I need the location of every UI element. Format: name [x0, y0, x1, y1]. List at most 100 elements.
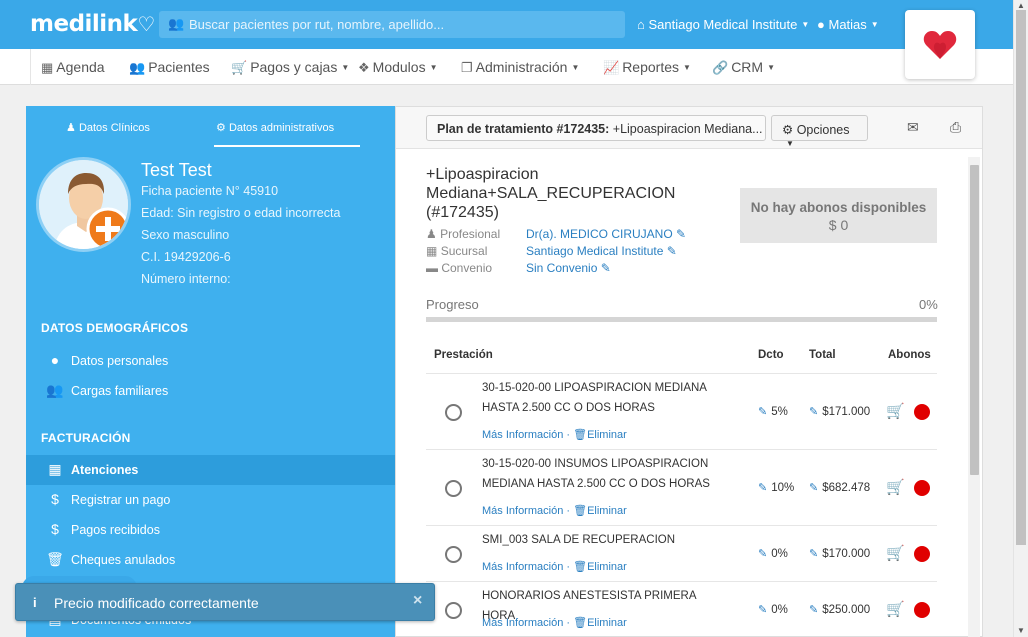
- building-icon: ▦: [426, 244, 438, 258]
- row-radio[interactable]: [445, 480, 462, 497]
- pencil-icon: ✎: [809, 604, 819, 616]
- nav-administracion[interactable]: ❐ Administración ▼: [461, 59, 579, 76]
- sidebar-item-cargas-familiares[interactable]: 👥 Cargas familiares: [26, 376, 395, 406]
- sidebar-item-cheques-anulados[interactable]: 🗑 Cheques anulados: [26, 545, 395, 575]
- delete-link[interactable]: Eliminar: [587, 561, 627, 573]
- status-dot[interactable]: [914, 404, 930, 420]
- user-dropdown[interactable]: ● Matias ▼: [817, 17, 879, 32]
- more-info-link[interactable]: Más Información: [482, 505, 563, 517]
- print-icon[interactable]: ⎙: [950, 119, 961, 136]
- sidebar-item-atenciones[interactable]: ▦ Atenciones: [26, 455, 395, 485]
- row-dcto[interactable]: ✎ 5%: [758, 405, 788, 418]
- nav-agenda[interactable]: ▦ Agenda: [41, 59, 105, 76]
- sidebar-item-registrar-pago[interactable]: $ Registrar un pago: [26, 485, 395, 515]
- meta-value-convenio[interactable]: Sin Convenio ✎: [526, 261, 611, 275]
- patient-name: Test Test: [141, 160, 212, 180]
- patient-edad: Edad: Sin registro o edad incorrecta: [141, 206, 341, 220]
- more-info-link[interactable]: Más Información: [482, 617, 563, 629]
- row-total[interactable]: ✎ $682.478: [809, 481, 870, 494]
- close-icon[interactable]: ×: [413, 592, 422, 610]
- delete-link[interactable]: Eliminar: [587, 429, 627, 441]
- treatment-plan-panel: Plan de tratamiento #172435: +Lipoaspira…: [395, 106, 983, 637]
- cart-icon[interactable]: 🛒: [886, 600, 905, 618]
- options-button[interactable]: ⚙ Opciones ▼: [771, 115, 868, 148]
- status-dot[interactable]: [914, 480, 930, 496]
- delete-link[interactable]: Eliminar: [587, 505, 627, 517]
- nav-pagos[interactable]: 🛒 Pagos y cajas ▼: [231, 59, 349, 76]
- patient-search[interactable]: 👥: [159, 11, 625, 38]
- status-dot[interactable]: [914, 546, 930, 562]
- info-icon: i: [33, 595, 37, 610]
- more-info-link[interactable]: Más Información: [482, 561, 563, 573]
- nav-crm[interactable]: 🔗 CRM ▼: [712, 59, 775, 76]
- pencil-icon: ✎: [676, 227, 687, 241]
- meta-value-sucursal[interactable]: Santiago Medical Institute ✎: [526, 244, 677, 258]
- trash-icon: 🗑: [573, 561, 588, 573]
- pencil-icon: ✎: [758, 406, 768, 418]
- col-abonos: Abonos: [888, 349, 931, 361]
- user-md-icon: ♟: [66, 122, 76, 134]
- abonos-amount: $ 0: [828, 217, 849, 233]
- plan-scrollbar-thumb[interactable]: [970, 165, 979, 475]
- scroll-up-icon[interactable]: ▲: [1017, 1, 1025, 10]
- row-total[interactable]: ✎ $170.000: [809, 547, 870, 560]
- pencil-icon: ✎: [666, 244, 677, 258]
- cart-icon[interactable]: 🛒: [886, 544, 905, 562]
- nav-reportes[interactable]: 📈 Reportes ▼: [603, 59, 691, 76]
- search-input[interactable]: [189, 11, 619, 38]
- section-facturacion: FACTURACIÓN: [41, 431, 131, 445]
- chart-icon: 📈: [603, 60, 620, 75]
- folder-icon: ▬: [426, 261, 438, 275]
- row-radio[interactable]: [445, 546, 462, 563]
- row-dcto[interactable]: ✎ 10%: [758, 481, 794, 494]
- toast-message: Precio modificado correctamente: [54, 595, 259, 611]
- medilink-logo[interactable]: medilink♡: [30, 11, 155, 37]
- patient-avatar-image: [39, 160, 128, 249]
- page-scrollbar-thumb[interactable]: [1016, 10, 1026, 545]
- cart-icon[interactable]: 🛒: [886, 478, 905, 496]
- heart-icon: [923, 31, 957, 59]
- nav-pacientes[interactable]: 👥 Pacientes: [129, 59, 210, 76]
- calendar-icon: ▦: [41, 60, 54, 75]
- meta-value-profesional[interactable]: Dr(a). MEDICO CIRUJANO ✎: [526, 227, 686, 241]
- plan-selector-button[interactable]: Plan de tratamiento #172435: +Lipoaspira…: [426, 115, 766, 141]
- copy-icon: ❐: [461, 60, 473, 75]
- user-icon: ●: [50, 352, 60, 368]
- sidebar-item-pagos-recibidos[interactable]: $ Pagos recibidos: [26, 515, 395, 545]
- sidebar-item-datos-personales[interactable]: ● Datos personales: [26, 346, 395, 376]
- col-dcto: Dcto: [758, 349, 784, 361]
- row-links: Más Información · 🗑Eliminar: [482, 561, 627, 573]
- nav-modulos[interactable]: ❖ Modulos ▼: [358, 59, 438, 76]
- table-row: 30-15-020-00 LIPOASPIRACION MEDIANA HASTA…: [426, 373, 937, 449]
- trash-icon: 🗑: [46, 551, 64, 567]
- pencil-icon: ✎: [758, 482, 768, 494]
- envelope-icon[interactable]: ✉: [907, 119, 919, 136]
- cart-icon[interactable]: 🛒: [886, 402, 905, 420]
- heart-widget[interactable]: [905, 10, 975, 79]
- patient-avatar[interactable]: [36, 157, 131, 252]
- scroll-down-icon[interactable]: ▼: [1017, 626, 1025, 635]
- tab-datos-clinicos[interactable]: ♟ Datos Clínicos: [66, 121, 150, 134]
- status-dot[interactable]: [914, 602, 930, 618]
- row-dcto[interactable]: ✎ 0%: [758, 603, 788, 616]
- row-radio[interactable]: [445, 602, 462, 619]
- plan-title: +Lipoaspiracion Mediana+SALA_RECUPERACIO…: [426, 166, 676, 221]
- patient-sidebar: ♟ Datos Clínicos ⚙ Datos administrativos…: [26, 106, 395, 637]
- calendar-icon: ▦: [48, 461, 62, 477]
- page-scrollbar[interactable]: ▲ ▼: [1013, 0, 1028, 637]
- clinic-dropdown[interactable]: ⌂ Santiago Medical Institute ▼: [637, 17, 809, 32]
- row-total[interactable]: ✎ $171.000: [809, 405, 870, 418]
- row-total[interactable]: ✎ $250.000: [809, 603, 870, 616]
- dollar-icon: $: [51, 521, 59, 537]
- user-label: Matias: [828, 17, 867, 32]
- prestacion-desc: 30-15-020-00 LIPOASPIRACION MEDIANA HASTA…: [482, 382, 707, 414]
- top-bar: medilink♡ 👥 ⌂ Santiago Medical Institute…: [0, 0, 1013, 49]
- tab-datos-administrativos[interactable]: ⚙ Datos administrativos: [216, 121, 334, 134]
- more-info-link[interactable]: Más Información: [482, 429, 563, 441]
- delete-link[interactable]: Eliminar: [587, 617, 627, 629]
- patient-numero-interno: Número interno:: [141, 272, 231, 286]
- pencil-icon: ✎: [600, 261, 611, 275]
- user-md-icon: ♟: [426, 227, 437, 241]
- row-dcto[interactable]: ✎ 0%: [758, 547, 788, 560]
- row-radio[interactable]: [445, 404, 462, 421]
